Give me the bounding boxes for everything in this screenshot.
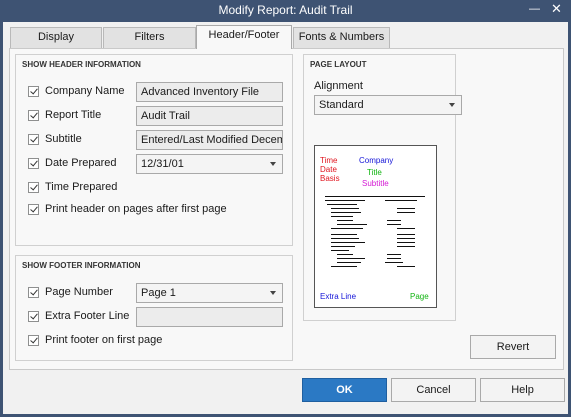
tab-fonts-numbers[interactable]: Fonts & Numbers [293, 27, 390, 48]
show-header-group: SHOW HEADER INFORMATION Company Name Adv… [15, 54, 293, 246]
tab-fonts-numbers-label: Fonts & Numbers [298, 31, 385, 43]
show-footer-group: SHOW FOOTER INFORMATION Page Number Page… [15, 255, 293, 361]
company-name-label: Company Name [45, 85, 125, 97]
alignment-label: Alignment [314, 80, 363, 92]
header-footer-panel: SHOW HEADER INFORMATION Company Name Adv… [9, 48, 564, 370]
extra-footer-field[interactable] [136, 307, 283, 327]
chevron-down-icon [270, 162, 276, 166]
dialog-client-area: Display Filters Header/Footer Fonts & Nu… [3, 22, 568, 414]
page-number-select[interactable]: Page 1 [136, 283, 283, 303]
print-header-checkbox[interactable] [28, 204, 39, 215]
show-footer-title: SHOW FOOTER INFORMATION [22, 261, 141, 270]
modify-report-window: Modify Report: Audit Trail — ✕ Display F… [0, 0, 571, 417]
tab-filters-label: Filters [134, 31, 165, 43]
tab-display-label: Display [37, 31, 75, 43]
help-button[interactable]: Help [480, 378, 565, 402]
page-layout-title: PAGE LAYOUT [310, 60, 367, 69]
subtitle-label: Subtitle [45, 133, 82, 145]
print-footer-label: Print footer on first page [45, 334, 163, 346]
tab-header-footer-label: Header/Footer [208, 29, 280, 41]
tab-display[interactable]: Display [10, 27, 102, 48]
report-title-label: Report Title [45, 109, 102, 121]
window-title: Modify Report: Audit Trail [218, 3, 353, 17]
preview-date: Date [320, 165, 337, 174]
cancel-button[interactable]: Cancel [391, 378, 476, 402]
title-bar: Modify Report: Audit Trail — ✕ [0, 0, 571, 22]
preview-time: Time [320, 156, 338, 165]
company-name-field[interactable]: Advanced Inventory File [136, 82, 283, 102]
preview-extra-line: Extra Line [320, 292, 357, 301]
date-prepared-label: Date Prepared [45, 157, 117, 169]
tab-filters[interactable]: Filters [103, 27, 196, 48]
company-name-checkbox[interactable] [28, 86, 39, 97]
close-icon[interactable]: ✕ [551, 2, 562, 16]
preview-basis: Basis [320, 174, 340, 183]
alignment-select[interactable]: Standard [314, 95, 462, 115]
report-title-checkbox[interactable] [28, 110, 39, 121]
time-prepared-label: Time Prepared [45, 181, 118, 193]
print-header-label: Print header on pages after first page [45, 203, 227, 215]
page-number-checkbox[interactable] [28, 287, 39, 298]
extra-footer-label: Extra Footer Line [45, 310, 130, 322]
chevron-down-icon [449, 103, 455, 107]
print-footer-checkbox[interactable] [28, 335, 39, 346]
time-prepared-checkbox[interactable] [28, 182, 39, 193]
preview-page: Page [410, 292, 429, 301]
page-layout-preview: Time Date Basis Company Title Subtitle E… [314, 145, 437, 308]
minimize-icon[interactable]: — [529, 2, 540, 16]
tab-header-footer[interactable]: Header/Footer [196, 25, 292, 49]
preview-company: Company [359, 156, 394, 165]
ok-button[interactable]: OK [302, 378, 387, 402]
date-prepared-checkbox[interactable] [28, 158, 39, 169]
subtitle-field[interactable]: Entered/Last Modified Decem... [136, 130, 283, 150]
page-number-value: Page 1 [141, 287, 176, 299]
page-number-label: Page Number [45, 286, 113, 298]
subtitle-checkbox[interactable] [28, 134, 39, 145]
date-prepared-value: 12/31/01 [141, 158, 184, 170]
revert-button[interactable]: Revert [470, 335, 556, 359]
extra-footer-checkbox[interactable] [28, 311, 39, 322]
preview-report-body [325, 194, 425, 282]
preview-title: Title [367, 168, 382, 177]
alignment-value: Standard [319, 99, 364, 111]
chevron-down-icon [270, 291, 276, 295]
date-prepared-select[interactable]: 12/31/01 [136, 154, 283, 174]
show-header-title: SHOW HEADER INFORMATION [22, 60, 141, 69]
preview-subtitle: Subtitle [362, 179, 389, 188]
report-title-field[interactable]: Audit Trail [136, 106, 283, 126]
